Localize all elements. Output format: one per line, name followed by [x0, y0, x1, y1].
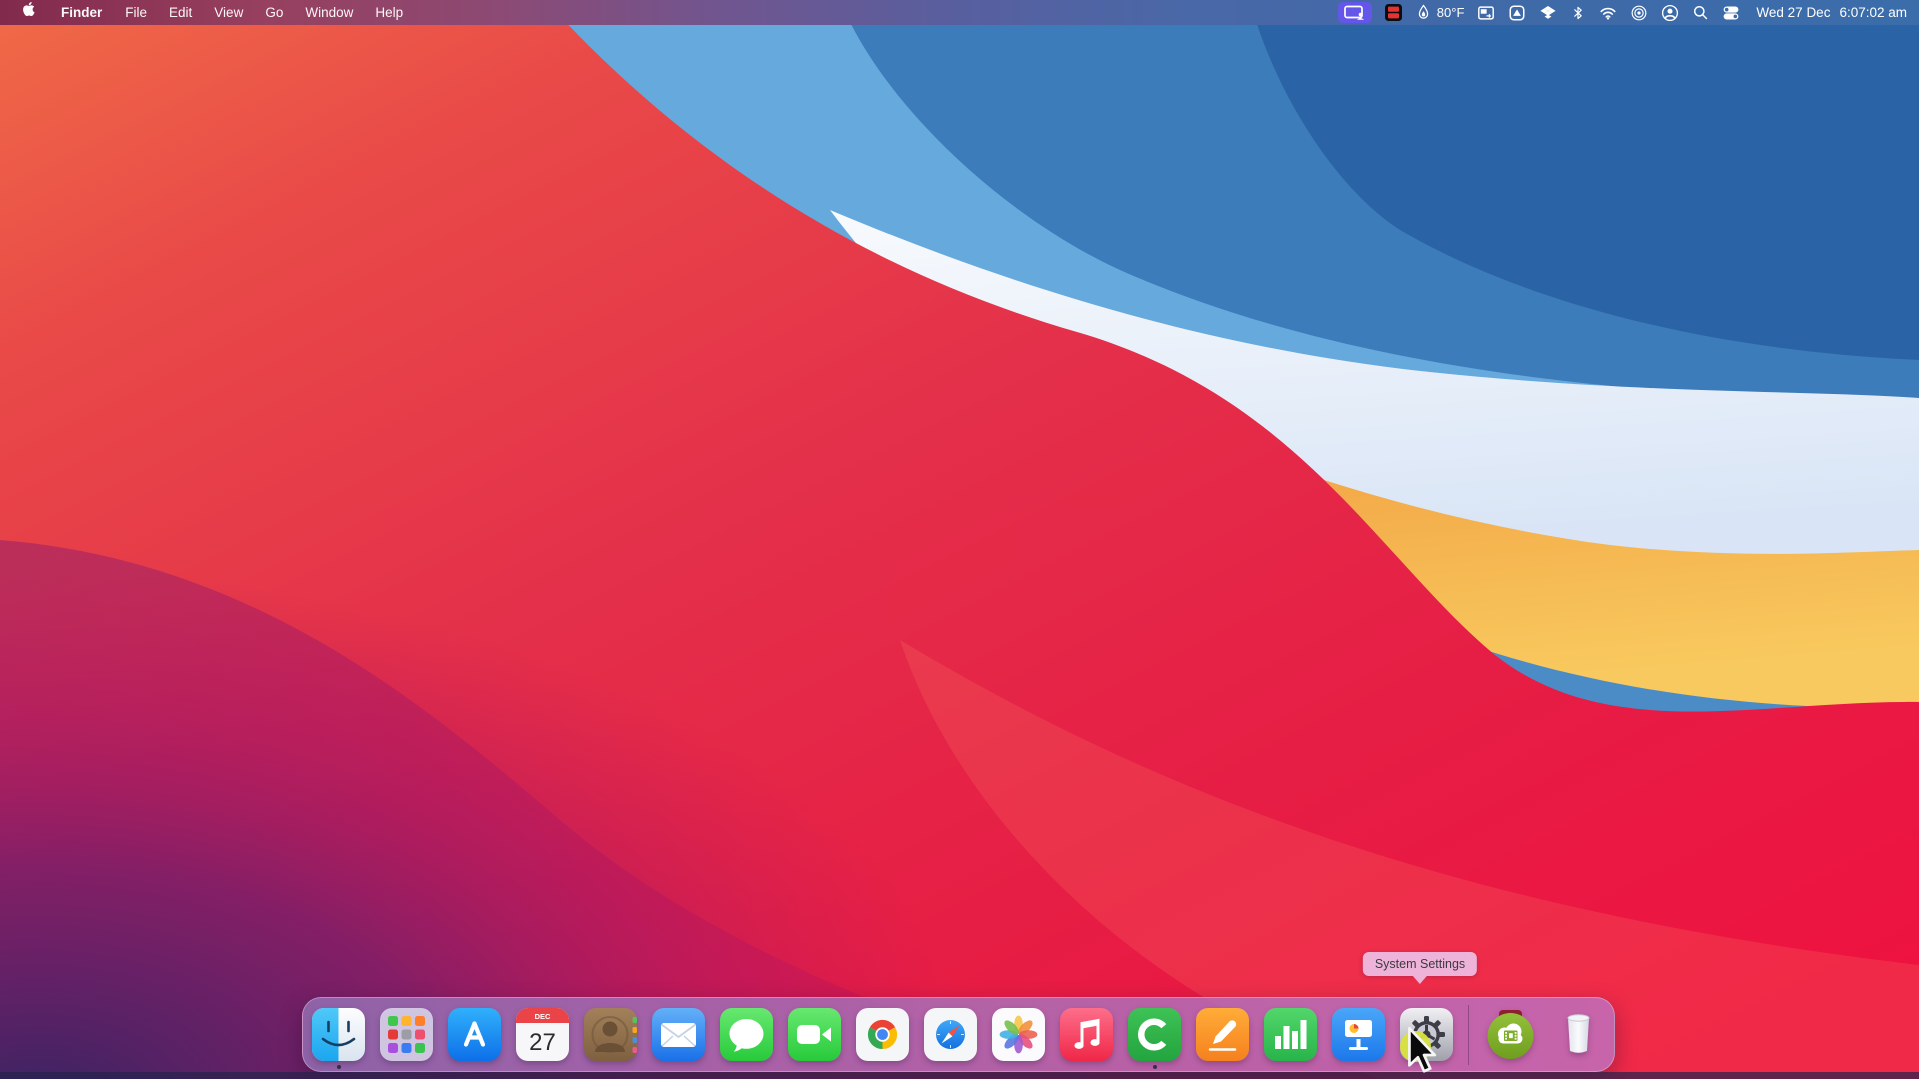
spotlight-item[interactable] — [1692, 0, 1709, 25]
dock-item-finder[interactable] — [312, 1008, 365, 1069]
safari-icon — [924, 1008, 977, 1061]
control-center-icon — [1722, 4, 1740, 22]
dock-divider — [1468, 1004, 1469, 1065]
camtasia-icon — [1128, 1008, 1181, 1061]
menu-help[interactable]: Help — [364, 0, 414, 25]
hotspot-item[interactable] — [1630, 0, 1648, 25]
cloud-recorder-icon — [1484, 1008, 1537, 1061]
flame-icon — [1415, 4, 1432, 21]
numbers-icon — [1264, 1008, 1317, 1061]
menu-window[interactable]: Window — [294, 0, 364, 25]
menu-view[interactable]: View — [203, 0, 254, 25]
mail-icon — [652, 1008, 705, 1061]
record-film-icon — [1384, 4, 1402, 21]
dock-item-camtasia[interactable] — [1128, 1008, 1181, 1069]
dock-item-contacts[interactable] — [584, 1008, 637, 1061]
dock-item-chrome[interactable] — [856, 1008, 909, 1061]
bluetooth-item[interactable] — [1570, 0, 1586, 25]
dock-item-cloud-recorder[interactable] — [1484, 1008, 1537, 1061]
dock-item-mail[interactable] — [652, 1008, 705, 1061]
svg-text:27: 27 — [529, 1029, 556, 1056]
dock-item-music[interactable] — [1060, 1008, 1113, 1061]
screen-record-indicator[interactable] — [1384, 0, 1402, 25]
dropbox-icon — [1539, 4, 1557, 22]
menubar: Finder File Edit View Go Window Help 80°F Wed … — [0, 0, 1919, 25]
dock-item-safari[interactable] — [924, 1008, 977, 1061]
menu-file[interactable]: File — [114, 0, 158, 25]
running-indicator — [1152, 1065, 1157, 1069]
menubar-status: 80°F Wed 27 Dec 6:07:02 am — [1337, 0, 1919, 25]
wifi-icon — [1599, 4, 1617, 22]
dock-item-launchpad[interactable] — [380, 1008, 433, 1061]
dock-item-keynote[interactable] — [1332, 1008, 1385, 1061]
calendar-icon: DEC 27 — [516, 1008, 569, 1061]
bluetooth-icon — [1570, 5, 1586, 21]
weather-item[interactable]: 80°F — [1415, 0, 1465, 25]
chrome-icon — [856, 1008, 909, 1061]
keynote-icon — [1332, 1008, 1385, 1061]
triangle-app-item[interactable] — [1508, 0, 1526, 25]
control-center-item[interactable] — [1722, 0, 1740, 25]
dock-item-messages[interactable] — [720, 1008, 773, 1061]
screen-share-icon — [1343, 5, 1366, 21]
menubar-date: Wed 27 Dec — [1756, 5, 1831, 20]
window-arrange-icon — [1477, 4, 1495, 22]
dock-item-calendar[interactable]: DEC 27 — [516, 1008, 569, 1061]
app-store-icon — [448, 1008, 501, 1061]
photos-icon — [992, 1008, 1045, 1061]
wifi-item[interactable] — [1599, 0, 1617, 25]
search-icon — [1692, 4, 1709, 21]
finder-icon — [312, 1008, 365, 1061]
user-account-item[interactable] — [1661, 0, 1679, 25]
apple-menu[interactable] — [8, 0, 49, 25]
dock-tooltip-label: System Settings — [1374, 957, 1466, 971]
dock-item-pages[interactable] — [1196, 1008, 1249, 1061]
weather-item-label: 80°F — [1436, 5, 1465, 20]
dock-item-trash[interactable] — [1552, 1008, 1605, 1061]
pages-icon — [1196, 1008, 1249, 1061]
dock-item-app-store[interactable] — [448, 1008, 501, 1061]
window-arrange-item[interactable] — [1477, 0, 1495, 25]
contacts-icon — [584, 1008, 637, 1061]
dropbox-item[interactable] — [1539, 0, 1557, 25]
dock-item-photos[interactable] — [992, 1008, 1045, 1061]
menu-go[interactable]: Go — [254, 0, 294, 25]
menubar-time: 6:07:02 am — [1839, 5, 1907, 20]
dock-tooltip: System Settings — [1362, 952, 1478, 984]
launchpad-icon — [380, 1008, 433, 1061]
music-icon — [1060, 1008, 1113, 1061]
menu-edit[interactable]: Edit — [158, 0, 203, 25]
user-account-icon — [1661, 4, 1679, 22]
trash-icon — [1552, 1008, 1605, 1061]
hotspot-icon — [1630, 4, 1648, 22]
app-menu-finder[interactable]: Finder — [49, 0, 114, 25]
menubar-left: Finder File Edit View Go Window Help — [0, 0, 414, 25]
screen-share-indicator[interactable] — [1337, 2, 1372, 23]
triangle-app-icon — [1508, 4, 1526, 22]
dock-item-facetime[interactable] — [788, 1008, 841, 1061]
menubar-clock[interactable]: Wed 27 Dec 6:07:02 am — [1756, 5, 1907, 20]
wallpaper — [0, 0, 1919, 1079]
apple-logo-icon — [22, 0, 35, 25]
messages-icon — [720, 1008, 773, 1061]
desktop: Finder File Edit View Go Window Help 80°F Wed … — [0, 0, 1919, 1079]
facetime-icon — [788, 1008, 841, 1061]
dock-item-numbers[interactable] — [1264, 1008, 1317, 1061]
mouse-cursor — [1408, 1026, 1437, 1073]
svg-text:DEC: DEC — [535, 1012, 551, 1021]
bottom-shade — [0, 1072, 1919, 1079]
running-indicator — [336, 1065, 341, 1069]
